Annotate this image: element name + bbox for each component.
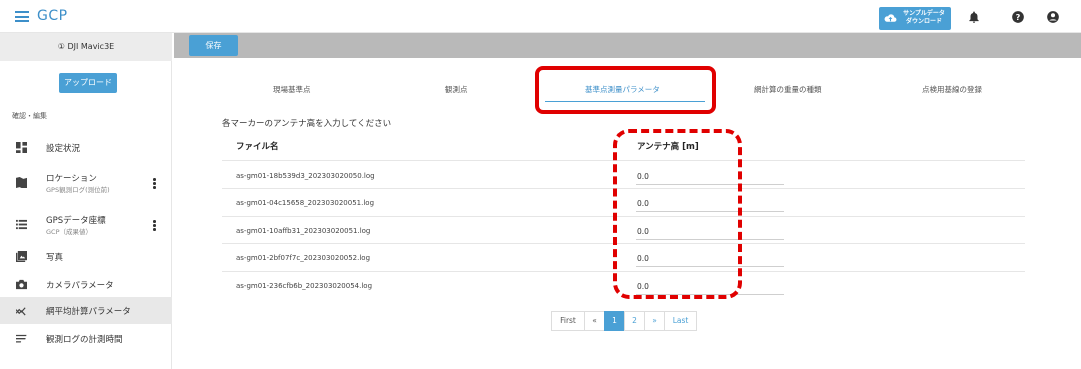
tab-network-weight-types[interactable]: 網計算の重量の種類 [754, 84, 822, 95]
sidebar-item-photos[interactable]: 写真 [0, 243, 172, 270]
save-button[interactable]: 保存 [189, 35, 238, 56]
file-name-cell: as-gm01-18b539d3_202303020050.log [236, 172, 375, 180]
sample-data-download-button[interactable]: サンプルデータ ダウンロード [879, 7, 951, 30]
file-name-cell: as-gm01-10affb31_202303020051.log [236, 227, 371, 235]
map-icon [16, 177, 27, 188]
sidebar-item-sublabel: GCP（成果値） [46, 228, 92, 236]
sidebar-item-label: 設定状況 [46, 144, 81, 154]
column-header-file-name: ファイル名 [236, 142, 279, 152]
tab-check-baseline-registration[interactable]: 点検用基線の登録 [922, 84, 982, 95]
device-label: ① DJI Mavic3E [0, 33, 172, 61]
file-name-cell: as-gm01-236cfb6b_202303020054.log [236, 282, 373, 290]
account-icon[interactable] [1046, 10, 1060, 24]
sidebar-item-camera-parameters[interactable]: カメラパラメータ [0, 271, 172, 298]
sidebar-item-network-adjustment-parameters[interactable]: 網平均計算パラメータ [0, 297, 172, 324]
antenna-column-highlight-annotation [613, 129, 742, 299]
top-bar: GCP サンプルデータ ダウンロード ? [0, 0, 1081, 33]
pagination-last[interactable]: Last [664, 311, 697, 331]
sidebar-item-label: GPSデータ座標 [46, 216, 106, 226]
bell-icon[interactable] [967, 10, 981, 24]
instruction-text: 各マーカーのアンテナ高を入力してください [222, 119, 392, 129]
upload-button[interactable]: アップロード [59, 73, 117, 93]
sidebar-item-label: 観測ログの計測時間 [46, 335, 123, 345]
tab-observation-points[interactable]: 観測点 [445, 84, 468, 95]
list-icon [16, 219, 27, 230]
help-icon[interactable]: ? [1011, 10, 1025, 24]
main-toolbar [174, 33, 1081, 58]
sidebar-item-label: 網平均計算パラメータ [46, 307, 131, 317]
app-title: GCP [37, 8, 68, 24]
tab-highlight-annotation [535, 66, 716, 114]
more-options-icon[interactable] [153, 220, 156, 232]
pagination-page-2[interactable]: 2 [624, 311, 645, 331]
pagination-page-1[interactable]: 1 [604, 311, 625, 331]
svg-text:?: ? [1016, 12, 1021, 22]
trending-icon [16, 307, 26, 316]
file-name-cell: as-gm01-2bf07f7c_202303020052.log [236, 254, 371, 262]
notes-icon [16, 334, 27, 343]
sample-button-label-line1: サンプルデータ [903, 10, 945, 17]
pagination-prev[interactable]: « [584, 311, 605, 331]
dashboard-icon [16, 142, 27, 153]
file-name-cell: as-gm01-04c15658_202303020051.log [236, 199, 375, 207]
sidebar-item-sublabel: GPS観測ログ(測位前) [46, 186, 110, 194]
cloud-upload-icon [884, 14, 897, 22]
sidebar-item-settings-status[interactable]: 設定状況 [0, 134, 172, 161]
pagination-next[interactable]: » [644, 311, 665, 331]
sidebar-item-label: 写真 [46, 253, 64, 263]
sidebar-item-label: ロケーション [46, 174, 97, 184]
sidebar-item-gps-coordinates[interactable]: GPSデータ座標 GCP（成果値） [0, 208, 172, 240]
hamburger-menu-icon[interactable] [15, 11, 29, 22]
sidebar: ① DJI Mavic3E アップロード 確認・編集 設定状況 ロケーション G… [0, 33, 172, 369]
camera-icon [16, 279, 27, 290]
tab-site-control-points[interactable]: 現場基準点 [273, 84, 311, 95]
more-options-icon[interactable] [153, 178, 156, 190]
sidebar-item-location[interactable]: ロケーション GPS観測ログ(測位前) [0, 166, 172, 198]
sample-button-label-line2: ダウンロード [905, 18, 942, 25]
sidebar-item-observation-log-time[interactable]: 観測ログの計測時間 [0, 325, 172, 352]
sidebar-item-label: カメラパラメータ [46, 281, 114, 291]
pagination-first[interactable]: First [551, 311, 585, 331]
photo-library-icon [16, 251, 27, 262]
section-label-review-edit: 確認・編集 [12, 112, 47, 120]
